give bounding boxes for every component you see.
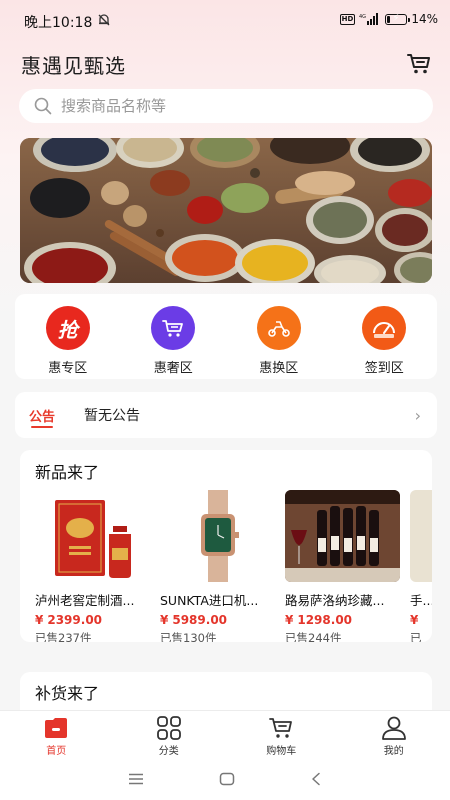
quick-nav: 抢 惠专区 惠奢区 惠换区 签到区 (15, 294, 437, 379)
banner-carousel[interactable] (20, 138, 432, 283)
quick-nav-label: 惠专区 (48, 361, 88, 376)
product-sold: 已售237件 (35, 631, 92, 642)
product-sold: 已售130件 (160, 631, 217, 642)
quick-nav-label: 惠换区 (259, 361, 299, 376)
charging-icon: ⚡ (392, 12, 400, 24)
hd-badge: HD (339, 13, 356, 25)
quick-nav-label: 惠奢区 (153, 361, 193, 376)
quick-nav-item-qiandaoqu[interactable]: 签到区 (332, 294, 438, 379)
checkin-icon (362, 306, 407, 350)
product-image (410, 490, 432, 582)
battery-icon: ⚡ (385, 12, 411, 25)
tab-profile[interactable]: 我的 (338, 711, 450, 758)
product-sold: 已 (410, 631, 422, 642)
system-navigation-bar (0, 758, 450, 800)
product-price: ¥1298.00 (285, 613, 400, 627)
gauge-glyph (373, 322, 396, 338)
home-button-icon[interactable] (219, 772, 235, 786)
product-image (285, 490, 400, 582)
quick-nav-item-huihuanqu[interactable]: 惠换区 (226, 294, 332, 379)
bottom-tab-bar: 首页 分类 购物车 我的 (0, 710, 450, 758)
product-card[interactable]: 手... ¥ 已 (410, 490, 432, 642)
tab-label: 我的 (383, 746, 404, 757)
status-bar: 晚上10:18 HD 4G ⚡ 14% (0, 0, 450, 40)
section-title: 新品来了 (35, 463, 100, 482)
search-bar[interactable] (19, 89, 433, 123)
product-card[interactable]: 泸州老窖定制酒... ¥2399.00 已售237件 (35, 490, 150, 642)
scooter-glyph (267, 321, 290, 337)
tab-label: 首页 (46, 746, 67, 757)
search-input[interactable] (61, 97, 401, 115)
network-label: 4G (359, 14, 366, 20)
product-name: 手... (410, 593, 432, 608)
product-sold: 已售244件 (285, 631, 342, 642)
cart-icon[interactable] (406, 50, 432, 76)
price-value: 2399.00 (47, 613, 103, 627)
tab-label: 购物车 (266, 746, 297, 757)
scooter-icon (256, 306, 301, 350)
tab-home[interactable]: 首页 (0, 711, 113, 758)
qiang-glyph: 抢 (57, 317, 78, 342)
wine-bottles-image (285, 490, 400, 582)
notification-muted-icon (98, 14, 110, 26)
quick-nav-item-huishequ[interactable]: 惠奢区 (121, 294, 227, 379)
home-icon (45, 718, 68, 738)
spices-banner-image (20, 138, 432, 283)
watch-image (201, 490, 239, 582)
status-time: 晚上10:18 (24, 15, 93, 31)
cart-icon (269, 718, 293, 738)
product-name: SUNKTA进口机... (160, 593, 259, 608)
price-value: 1298.00 (297, 613, 353, 627)
product-name: 路易萨洛纳珍藏... (285, 593, 385, 608)
cart-glyph (162, 320, 184, 337)
notice-text: 暂无公告 (84, 408, 141, 424)
notice-tag: 公告 (29, 406, 55, 428)
product-list: 泸州老窖定制酒... ¥2399.00 已售237件 SUNKTA进口机... … (35, 490, 432, 642)
search-icon (34, 97, 52, 115)
app-title: 惠遇见甄选 (21, 54, 126, 78)
notice-bar[interactable]: 公告 暂无公告 › (15, 392, 437, 438)
back-icon[interactable] (310, 772, 322, 786)
quick-nav-label: 签到区 (364, 361, 404, 376)
liquor-box-image (55, 500, 131, 578)
product-image (160, 490, 275, 582)
product-card[interactable]: 路易萨洛纳珍藏... ¥1298.00 已售244件 (285, 490, 400, 642)
product-price: ¥5989.00 (160, 613, 275, 627)
currency-symbol: ¥ (410, 613, 419, 627)
cart-icon (151, 306, 196, 350)
signal-icon: 4G (359, 13, 379, 25)
new-products-section: 新品来了 泸州老窖定制酒... ¥2399.00 已售237件 SUNKTA进口… (20, 450, 432, 642)
tab-cart[interactable]: 购物车 (225, 711, 338, 758)
battery-percent: 14% (411, 12, 438, 26)
product-image (35, 490, 150, 582)
menu-icon[interactable] (128, 773, 144, 785)
qiang-icon: 抢 (45, 306, 90, 350)
quick-nav-item-huizhuanqu[interactable]: 抢 惠专区 (15, 294, 121, 379)
tab-label: 分类 (158, 746, 179, 757)
grid-icon (156, 716, 181, 740)
tab-category[interactable]: 分类 (113, 711, 226, 758)
section-title: 补货来了 (35, 684, 100, 703)
currency-symbol: ¥ (160, 613, 169, 627)
product-name: 泸州老窖定制酒... (35, 593, 135, 608)
currency-symbol: ¥ (35, 613, 44, 627)
status-indicators: HD 4G ⚡ 14% (339, 12, 438, 26)
price-value: 5989.00 (172, 613, 228, 627)
product-card[interactable]: SUNKTA进口机... ¥5989.00 已售130件 (160, 490, 275, 642)
product-price: ¥ (410, 613, 432, 627)
battery-fill (387, 15, 391, 23)
currency-symbol: ¥ (285, 613, 294, 627)
product-price: ¥2399.00 (35, 613, 150, 627)
user-icon (381, 716, 406, 740)
chevron-right-icon: › (414, 405, 421, 425)
